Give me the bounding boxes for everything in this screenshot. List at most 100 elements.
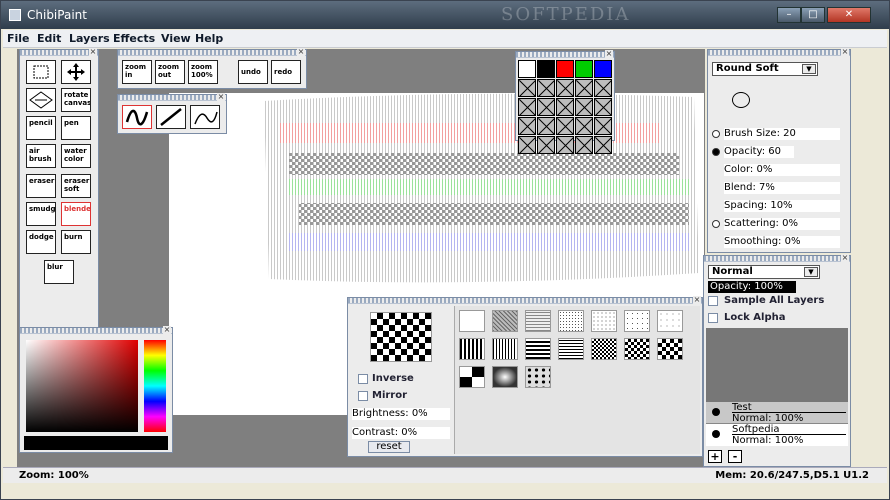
zoom-in-button[interactable]: zoom in xyxy=(122,60,152,84)
brush-preset-select[interactable]: Round Soft ▼ xyxy=(712,62,818,76)
blur-tool[interactable]: blur xyxy=(44,260,74,284)
pattern-vlines-thin[interactable] xyxy=(492,338,518,360)
menu-layers[interactable]: Layers xyxy=(69,32,110,45)
empty-swatch-slot[interactable] xyxy=(556,136,574,154)
brightness-slider[interactable]: Brightness: 0% xyxy=(352,408,450,420)
close-icon[interactable]: × xyxy=(217,93,225,101)
empty-swatch-slot[interactable] xyxy=(518,98,536,116)
empty-swatch-slot[interactable] xyxy=(518,117,536,135)
panel-grip[interactable]: × xyxy=(704,254,850,262)
close-icon[interactable]: × xyxy=(841,254,849,262)
contrast-slider[interactable]: Contrast: 0% xyxy=(352,427,450,439)
stroke-freehand-button[interactable] xyxy=(122,105,152,129)
scattering-slider[interactable]: Scattering: 0% xyxy=(724,218,840,230)
menu-effects[interactable]: Effects xyxy=(113,32,155,45)
reset-button[interactable]: reset xyxy=(368,441,410,453)
menu-view[interactable]: View xyxy=(161,32,191,45)
saturation-value-picker[interactable] xyxy=(26,340,138,432)
minimize-button[interactable]: – xyxy=(777,7,801,23)
smudge-tool[interactable]: smudge xyxy=(26,202,56,226)
empty-swatch-slot[interactable] xyxy=(575,117,593,135)
pen-tool[interactable]: pen xyxy=(61,116,91,140)
maximize-button[interactable]: □ xyxy=(801,7,825,23)
eraser-tool[interactable]: eraser xyxy=(26,174,56,198)
empty-swatch-slot[interactable] xyxy=(575,79,593,97)
pattern-soft-noise[interactable] xyxy=(492,366,518,388)
pattern-checker-small[interactable] xyxy=(591,338,617,360)
panel-grip[interactable]: × xyxy=(118,48,306,56)
swatch-color[interactable] xyxy=(575,60,593,78)
panel-grip[interactable]: × xyxy=(118,93,226,101)
pattern-checker-large[interactable] xyxy=(657,338,683,360)
undo-button[interactable]: undo xyxy=(238,60,268,84)
pattern-hlines-thin[interactable] xyxy=(558,338,584,360)
rotate-canvas-tool[interactable]: rotate canvas xyxy=(61,88,91,112)
blend-slider[interactable]: Blend: 7% xyxy=(724,182,840,194)
stroke-bezier-button[interactable] xyxy=(190,105,220,129)
brush-size-slider[interactable]: Brush Size: 20 xyxy=(724,128,840,140)
swatch-color[interactable] xyxy=(594,60,612,78)
dodge-tool[interactable]: dodge xyxy=(26,230,56,254)
empty-swatch-slot[interactable] xyxy=(556,98,574,116)
pattern-fine-grid[interactable] xyxy=(525,310,551,332)
pattern-dots-sparse[interactable] xyxy=(624,310,650,332)
lock-alpha-checkbox[interactable] xyxy=(708,313,718,323)
panel-grip[interactable]: × xyxy=(516,50,614,58)
empty-swatch-slot[interactable] xyxy=(575,98,593,116)
pattern-dots-medium[interactable] xyxy=(591,310,617,332)
inverse-checkbox[interactable] xyxy=(358,374,368,384)
remove-layer-button[interactable]: - xyxy=(728,450,742,463)
visibility-eye-icon[interactable] xyxy=(712,430,720,438)
menu-file[interactable]: File xyxy=(7,32,30,45)
pattern-dots-dense[interactable] xyxy=(558,310,584,332)
empty-swatch-slot[interactable] xyxy=(594,117,612,135)
pattern-vlines-thick[interactable] xyxy=(459,338,485,360)
blender-tool[interactable]: blender xyxy=(61,202,91,226)
brush-size-radio[interactable] xyxy=(712,130,720,138)
empty-swatch-slot[interactable] xyxy=(537,79,555,97)
redo-button[interactable]: redo xyxy=(271,60,301,84)
empty-swatch-slot[interactable] xyxy=(556,79,574,97)
pattern-blank[interactable] xyxy=(459,310,485,332)
close-button[interactable]: ✕ xyxy=(827,7,871,23)
smoothing-slider[interactable]: Smoothing: 0% xyxy=(724,236,840,248)
empty-swatch-slot[interactable] xyxy=(518,79,536,97)
pattern-quad[interactable] xyxy=(459,366,485,388)
pattern-blobs[interactable] xyxy=(525,366,551,388)
rect-select-tool[interactable] xyxy=(26,60,56,84)
panel-grip[interactable]: × xyxy=(708,48,850,56)
air-brush-tool[interactable]: air brush xyxy=(26,144,56,168)
mirror-checkbox[interactable] xyxy=(358,391,368,401)
close-icon[interactable]: × xyxy=(297,48,305,56)
empty-swatch-slot[interactable] xyxy=(594,98,612,116)
layer-opacity-slider[interactable]: Opacity: 100% xyxy=(708,281,796,293)
color-slider[interactable]: Color: 0% xyxy=(724,164,840,176)
empty-swatch-slot[interactable] xyxy=(575,136,593,154)
swatch-color[interactable] xyxy=(556,60,574,78)
layer-row-test[interactable]: Test Normal: 100% xyxy=(706,402,848,424)
empty-swatch-slot[interactable] xyxy=(594,79,612,97)
burn-tool[interactable]: burn xyxy=(61,230,91,254)
zoom-100-button[interactable]: zoom 100% xyxy=(188,60,218,84)
scattering-radio[interactable] xyxy=(712,220,720,228)
layer-row-softpedia[interactable]: Softpedia Normal: 100% xyxy=(706,424,848,446)
add-layer-button[interactable]: + xyxy=(708,450,722,463)
blend-mode-select[interactable]: Normal ▼ xyxy=(708,265,820,279)
empty-swatch-slot[interactable] xyxy=(594,136,612,154)
close-icon[interactable]: × xyxy=(841,48,849,56)
empty-swatch-slot[interactable] xyxy=(556,117,574,135)
swatch-color[interactable] xyxy=(537,60,555,78)
empty-swatch-slot[interactable] xyxy=(518,136,536,154)
pattern-noise[interactable] xyxy=(492,310,518,332)
free-transform-tool[interactable] xyxy=(26,88,56,112)
zoom-out-button[interactable]: zoom out xyxy=(155,60,185,84)
sample-all-checkbox[interactable] xyxy=(708,296,718,306)
panel-grip[interactable]: × xyxy=(20,48,98,56)
eraser-soft-tool[interactable]: eraser soft xyxy=(61,174,91,198)
hue-slider[interactable] xyxy=(144,340,166,432)
pattern-checker-medium[interactable] xyxy=(624,338,650,360)
opacity-slider[interactable]: Opacity: 60 xyxy=(724,146,840,158)
menu-help[interactable]: Help xyxy=(195,32,223,45)
close-icon[interactable]: × xyxy=(693,296,701,304)
stroke-line-button[interactable] xyxy=(156,105,186,129)
